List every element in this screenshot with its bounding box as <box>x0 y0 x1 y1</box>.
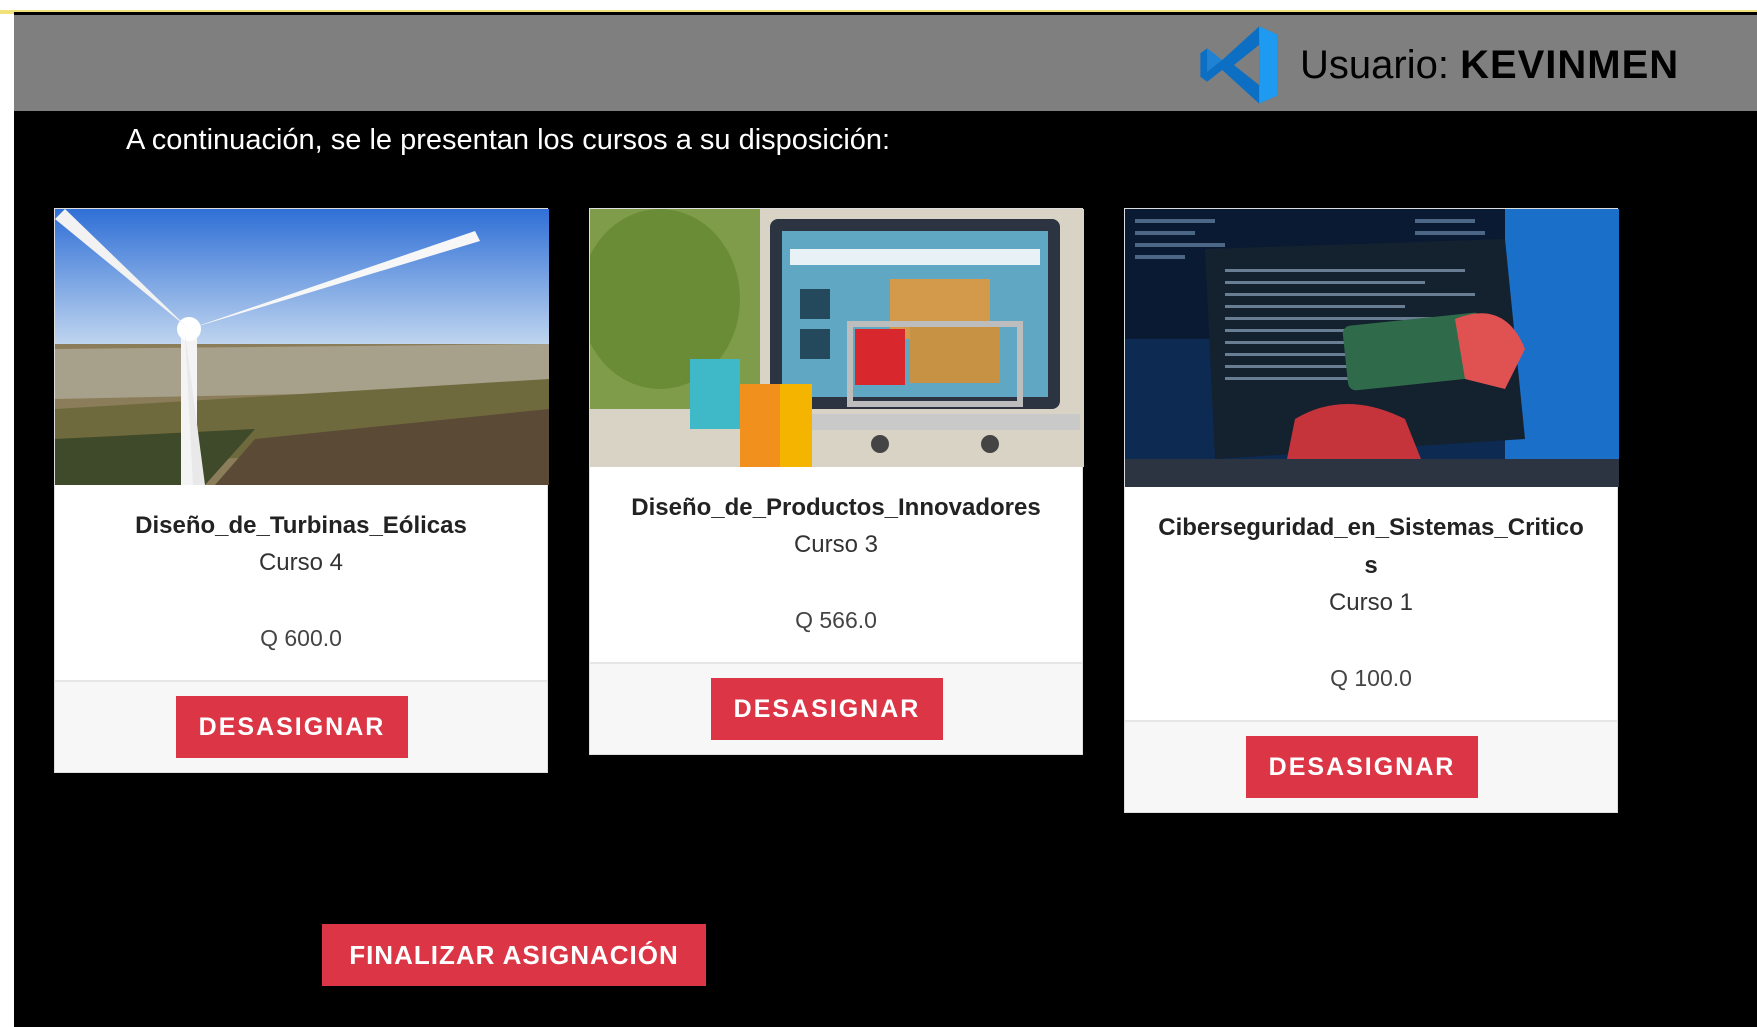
course-subtitle: Curso 3 <box>793 531 879 558</box>
course-card-footer: DESASIGNAR <box>1125 720 1617 812</box>
course-card: Diseño_de_Turbinas_Eólicas Curso 4 Q 600… <box>54 208 549 773</box>
course-price: Q 566.0 <box>795 607 877 633</box>
user-label: Usuario: KEVINMEN <box>1300 43 1679 88</box>
page-frame: Usuario: KEVINMEN A continuación, se le … <box>14 12 1757 1027</box>
vscode-logo-icon <box>1200 26 1278 104</box>
course-card-body: Diseño_de_Turbinas_Eólicas Curso 4 Q 600… <box>55 485 547 652</box>
course-title: Diseño_de_Turbinas_Eólicas <box>135 512 467 539</box>
course-card: Ciberseguridad_en_Sistemas_Criticos Curs… <box>1124 208 1619 813</box>
course-card-footer: DESASIGNAR <box>55 680 547 772</box>
course-title: Ciberseguridad_en_Sistemas_Criticos <box>1158 514 1584 579</box>
course-price: Q 600.0 <box>260 625 342 651</box>
course-card-footer: DESASIGNAR <box>590 662 1082 754</box>
shopping-cart-laptop-image <box>590 209 1084 467</box>
user-name: KEVINMEN <box>1460 43 1680 87</box>
course-card-body: Diseño_de_Productos_Innovadores Curso 3 … <box>590 467 1082 634</box>
wind-turbine-image <box>55 209 549 485</box>
course-title: Diseño_de_Productos_Innovadores <box>631 494 1041 521</box>
unassign-button[interactable]: DESASIGNAR <box>1246 736 1478 798</box>
laptop-code-image <box>1125 209 1619 487</box>
unassign-button[interactable]: DESASIGNAR <box>176 696 408 758</box>
user-prefix: Usuario: <box>1300 43 1461 87</box>
course-subtitle: Curso 4 <box>258 549 344 576</box>
finalize-assignment-button[interactable]: FINALIZAR ASIGNACIÓN <box>322 924 706 986</box>
intro-text: A continuación, se le presentan los curs… <box>126 124 891 156</box>
unassign-button[interactable]: DESASIGNAR <box>711 678 943 740</box>
app-header: Usuario: KEVINMEN <box>14 15 1757 111</box>
course-subtitle: Curso 1 <box>1328 589 1414 616</box>
course-card: Diseño_de_Productos_Innovadores Curso 3 … <box>589 208 1084 755</box>
course-card-body: Ciberseguridad_en_Sistemas_Criticos Curs… <box>1125 487 1617 692</box>
course-price: Q 100.0 <box>1330 665 1412 691</box>
